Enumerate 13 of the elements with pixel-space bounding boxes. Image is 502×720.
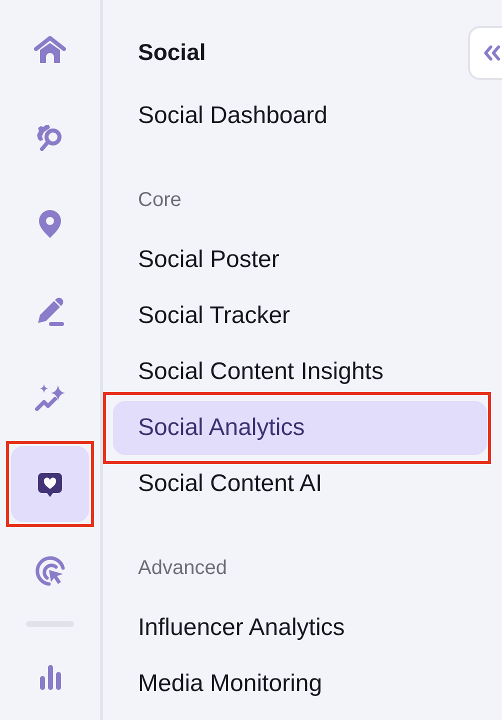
menu-item[interactable]: Social Tracker (113, 289, 487, 343)
menu-item[interactable]: Social Content AI (113, 457, 487, 511)
section-heading: Advanced (138, 556, 228, 580)
menu-item[interactable]: Media Monitoring (113, 657, 487, 711)
menu-item[interactable]: Social Analytics (113, 401, 487, 455)
menu-title: Social (138, 38, 206, 67)
menu-item[interactable]: Influencer Analytics (113, 601, 487, 655)
menu-item[interactable]: Social Dashboard (113, 89, 487, 143)
menu-item[interactable]: Social Content Insights (113, 345, 487, 399)
double-chevron-left-icon (483, 43, 502, 63)
collapse-button[interactable] (468, 26, 502, 80)
section-heading: Core (138, 188, 182, 212)
menu-item[interactable]: Social Poster (113, 233, 487, 287)
